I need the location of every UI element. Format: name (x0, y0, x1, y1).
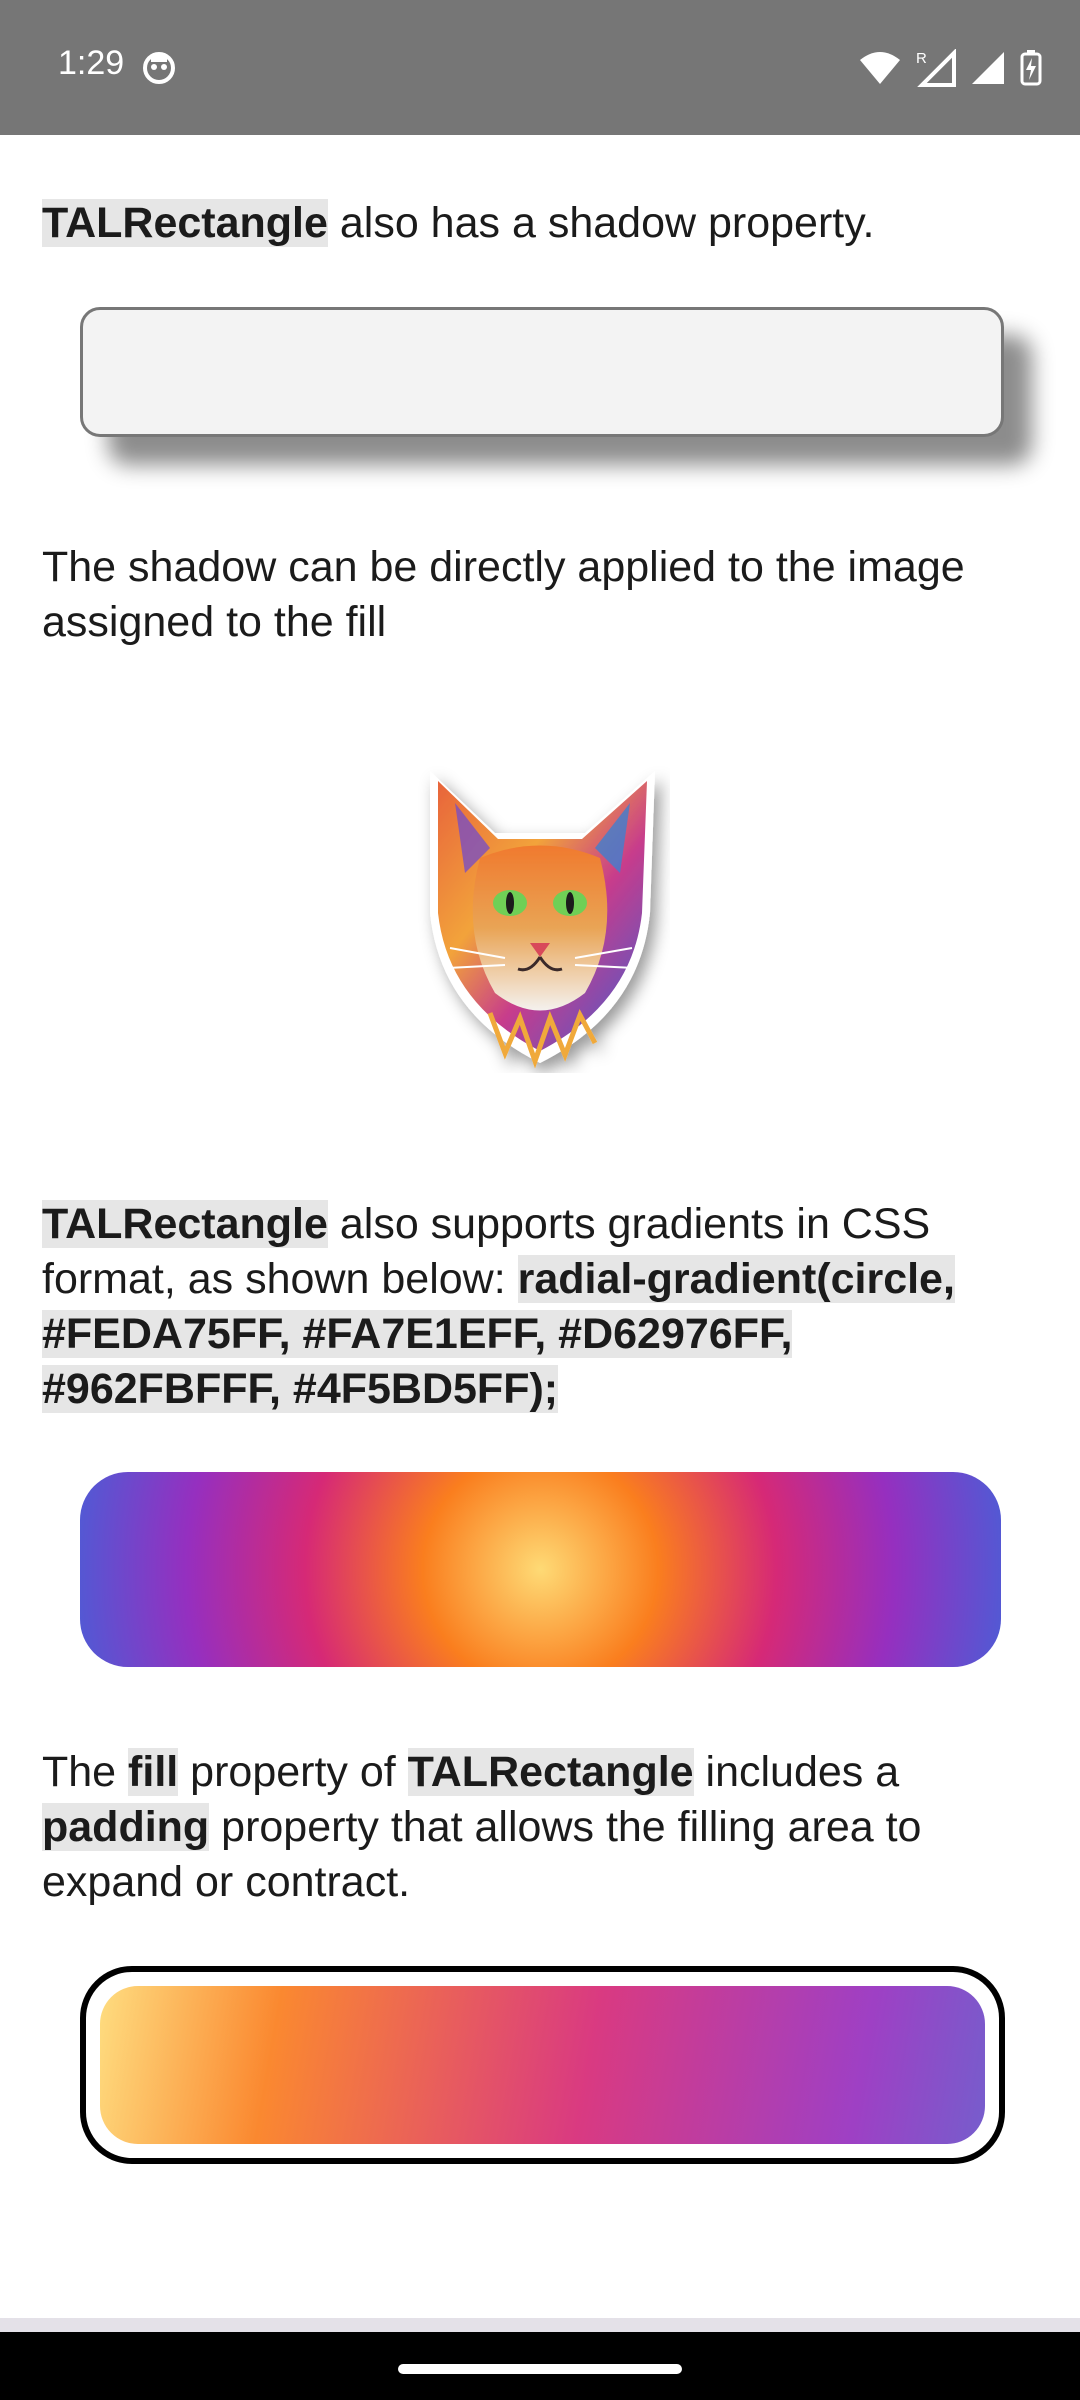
gradient-description: TALRectangle also supports gradients in … (42, 1197, 1042, 1417)
shadow-rectangle-demo (80, 307, 1004, 437)
signal-roaming-icon: R (916, 49, 956, 87)
wifi-icon (860, 52, 900, 84)
roaming-letter: R (916, 50, 927, 67)
padding-rectangle-fill (100, 1986, 985, 2144)
home-gesture-handle[interactable] (398, 2364, 682, 2374)
signal-icon (972, 52, 1004, 84)
robot-face-icon (143, 52, 175, 84)
padding-text-3: includes a (693, 1748, 900, 1796)
cat-image (410, 763, 670, 1073)
battery-charging-icon (1020, 50, 1042, 86)
padding-rectangle-demo (80, 1966, 1005, 2164)
bottom-divider (0, 2318, 1080, 2332)
status-bar: 1:29 R (0, 0, 1080, 135)
shadow-description-text: also has a shadow property. (327, 199, 875, 247)
code-padding: padding (42, 1803, 210, 1851)
status-icons: R (858, 46, 1042, 90)
padding-text-2: property of (178, 1748, 408, 1796)
gradient-rectangle-demo (80, 1472, 1001, 1667)
code-fill: fill (128, 1748, 179, 1796)
shadow-description: TALRectangle also has a shadow property. (42, 196, 1042, 251)
status-time: 1:29 (58, 44, 125, 82)
code-talrectangle: TALRectangle (42, 199, 328, 247)
code-talrectangle: TALRectangle (42, 1200, 328, 1248)
padding-text-1: The (42, 1748, 129, 1796)
image-shadow-description: The shadow can be directly applied to th… (42, 543, 965, 646)
code-talrectangle: TALRectangle (407, 1748, 694, 1796)
padding-description: The fill property of TALRectangle includ… (42, 1745, 1042, 1910)
cat-illustration (430, 771, 655, 1069)
